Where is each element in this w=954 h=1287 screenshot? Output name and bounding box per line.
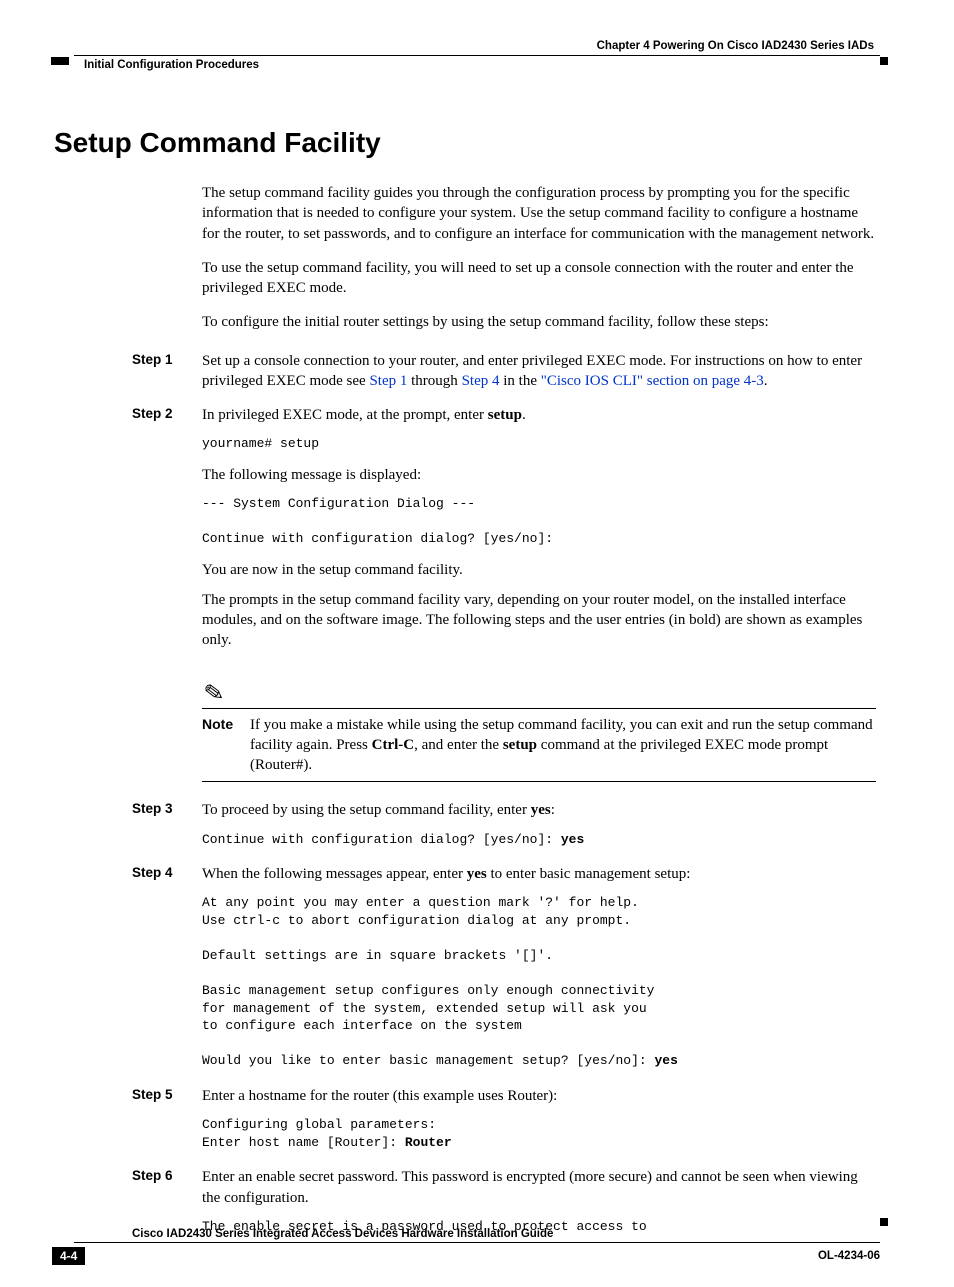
step-text: Enter an enable secret password. This pa… xyxy=(202,1167,876,1208)
code-block: At any point you may enter a question ma… xyxy=(202,894,876,1069)
intro-paragraph: The setup command facility guides you th… xyxy=(202,183,876,244)
header-chapter: Chapter 4 Powering On Cisco IAD2430 Seri… xyxy=(74,40,880,52)
note-block: ✎ Note If you make a mistake while using… xyxy=(202,679,876,783)
step-content: When the following messages appear, ente… xyxy=(202,864,876,1082)
step-label: Step 4 xyxy=(132,864,202,1082)
intro-block: The setup command facility guides you th… xyxy=(202,183,876,333)
note-label: Note xyxy=(202,715,250,776)
page-title: Setup Command Facility xyxy=(54,127,880,159)
link-step4[interactable]: Step 4 xyxy=(462,373,500,389)
footer-marker-right xyxy=(880,1218,888,1226)
step-content: To proceed by using the setup command fa… xyxy=(202,800,876,860)
step-text: Enter a hostname for the router (this ex… xyxy=(202,1086,876,1106)
step-label: Step 1 xyxy=(132,351,202,402)
footer-doc-id: OL-4234-06 xyxy=(818,1250,880,1262)
code-block: yourname# setup xyxy=(202,435,876,453)
intro-paragraph: To configure the initial router settings… xyxy=(202,312,876,332)
step-content: Set up a console connection to your rout… xyxy=(202,351,876,402)
intro-paragraph: To use the setup command facility, you w… xyxy=(202,258,876,299)
step-label: Step 5 xyxy=(132,1086,202,1163)
step-row: Step 1 Set up a console connection to yo… xyxy=(74,351,880,402)
step-text: When the following messages appear, ente… xyxy=(202,864,876,884)
step-text: You are now in the setup command facilit… xyxy=(202,560,876,580)
step-content: In privileged EXEC mode, at the prompt, … xyxy=(202,405,876,661)
page-footer: Cisco IAD2430 Series Integrated Access D… xyxy=(74,1228,880,1265)
step-text: Set up a console connection to your rout… xyxy=(202,351,876,392)
page-header: Chapter 4 Powering On Cisco IAD2430 Seri… xyxy=(74,40,880,71)
step-text: The following message is displayed: xyxy=(202,465,876,485)
header-marker-right xyxy=(880,57,888,65)
header-rule xyxy=(74,55,880,56)
step-row: Step 5 Enter a hostname for the router (… xyxy=(74,1086,880,1163)
footer-rule xyxy=(74,1242,880,1243)
note-rule-bottom xyxy=(202,781,876,782)
page: Chapter 4 Powering On Cisco IAD2430 Seri… xyxy=(0,0,954,1287)
step-row: Step 2 In privileged EXEC mode, at the p… xyxy=(74,405,880,661)
footer-page-number: 4-4 xyxy=(52,1247,85,1265)
footer-guide-title: Cisco IAD2430 Series Integrated Access D… xyxy=(132,1228,880,1240)
pencil-icon: ✎ xyxy=(202,677,226,709)
step-row: Step 3 To proceed by using the setup com… xyxy=(74,800,880,860)
step-text: To proceed by using the setup command fa… xyxy=(202,800,876,820)
link-cisco-ios-cli[interactable]: "Cisco IOS CLI" section on page 4-3 xyxy=(541,373,764,389)
step-label: Step 2 xyxy=(132,405,202,661)
step-text: The prompts in the setup command facilit… xyxy=(202,590,876,651)
code-block: Continue with configuration dialog? [yes… xyxy=(202,831,876,849)
step-row: Step 4 When the following messages appea… xyxy=(74,864,880,1082)
step-content: Enter a hostname for the router (this ex… xyxy=(202,1086,876,1163)
link-step1[interactable]: Step 1 xyxy=(369,373,407,389)
header-section: Initial Configuration Procedures xyxy=(74,59,880,71)
note-rule-top xyxy=(202,708,876,709)
code-block: Configuring global parameters: Enter hos… xyxy=(202,1116,876,1151)
step-label: Step 3 xyxy=(132,800,202,860)
step-text: In privileged EXEC mode, at the prompt, … xyxy=(202,405,876,425)
note-text: If you make a mistake while using the se… xyxy=(250,715,876,776)
code-block: --- System Configuration Dialog --- Cont… xyxy=(202,495,876,548)
header-marker-left xyxy=(51,57,69,65)
